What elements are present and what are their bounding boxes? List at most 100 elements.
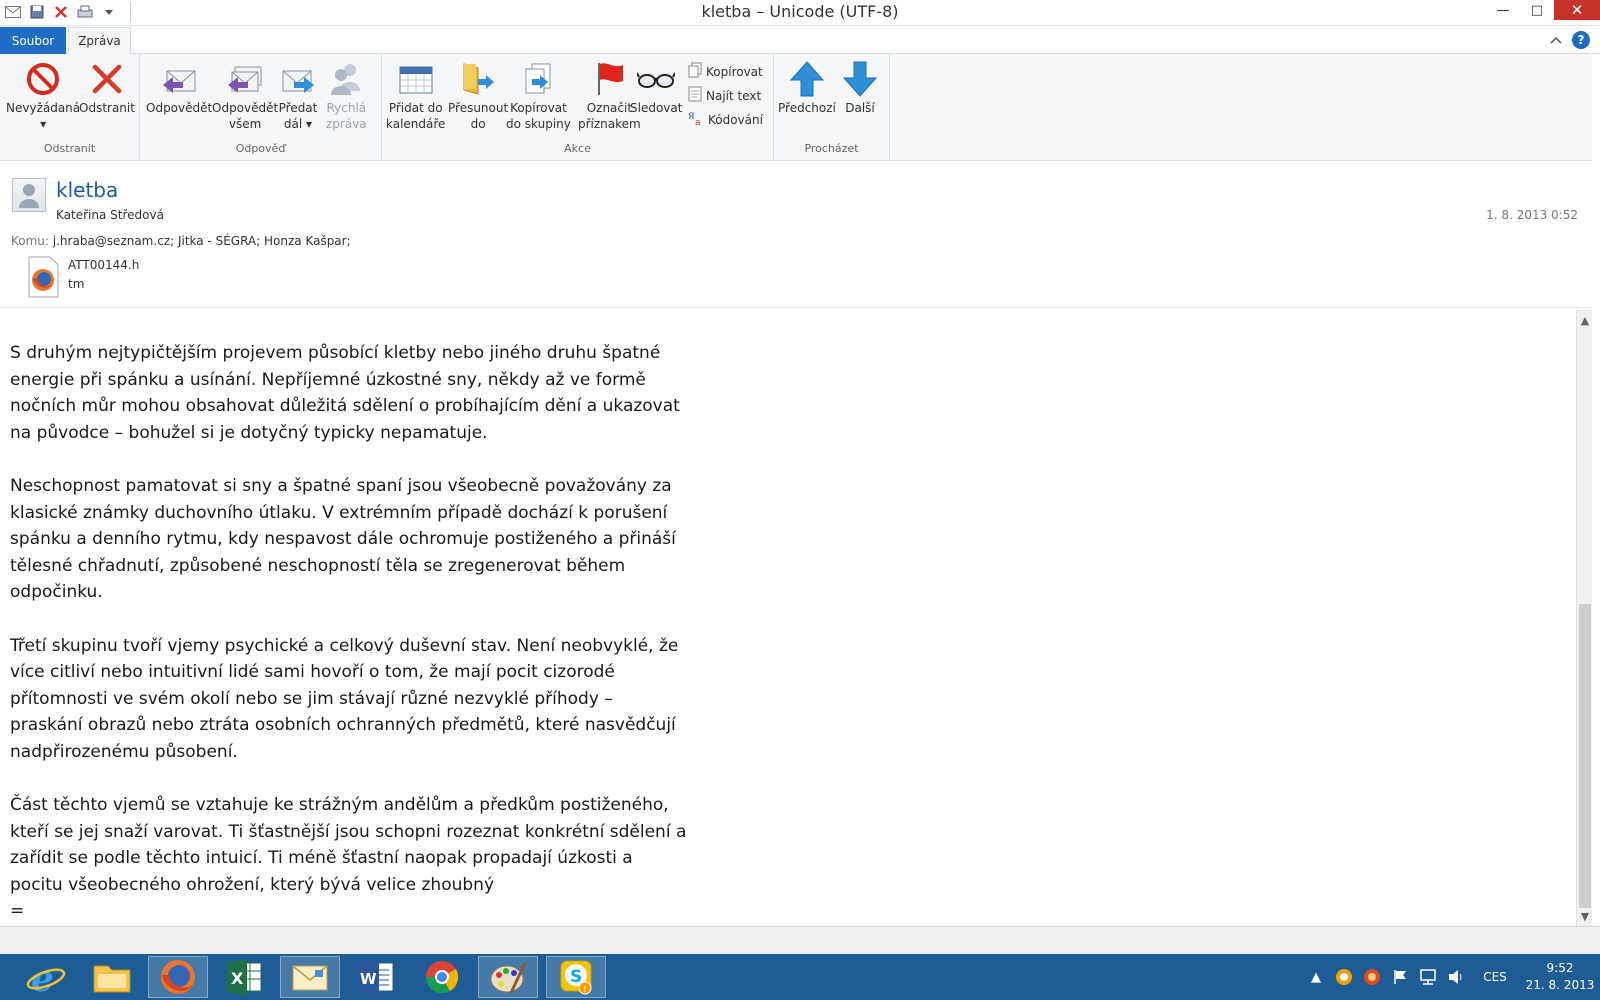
forward-icon xyxy=(278,58,318,100)
arrow-down-icon xyxy=(840,58,880,100)
taskbar-chrome[interactable] xyxy=(412,956,472,998)
internet-explorer-icon: e xyxy=(26,959,66,995)
reply-all-button[interactable]: Odpovědět všem xyxy=(212,58,278,132)
taskbar-mail[interactable] xyxy=(280,956,340,998)
taskbar-internet-explorer[interactable]: e xyxy=(16,956,76,998)
copy-documents-icon xyxy=(518,58,558,100)
taskbar: e X W S! ▲ CES 9:52 21. 8. 2013 xyxy=(0,954,1600,1000)
message-body-text: S druhým nejtypičtějším projevem působíc… xyxy=(10,340,690,925)
paint-palette-icon xyxy=(490,962,527,994)
message-subject: kletba xyxy=(56,178,119,202)
window-controls: — □ ✕ xyxy=(1486,0,1600,20)
message-sender[interactable]: Kateřina Středová xyxy=(56,208,164,222)
scroll-thumb[interactable] xyxy=(1579,604,1591,908)
svg-text:X: X xyxy=(231,969,244,988)
scroll-down-icon[interactable]: ▼ xyxy=(1577,908,1593,924)
attachment[interactable]: ATT00144.h tm xyxy=(26,256,139,298)
encoding-icon: Яa xyxy=(688,110,704,129)
add-to-calendar-button[interactable]: Přidat do kalendáře xyxy=(386,58,445,132)
volume-icon[interactable] xyxy=(1442,969,1470,985)
taskbar-skype[interactable]: S! xyxy=(546,956,606,998)
dropdown-arrow-icon: ▾ xyxy=(306,117,313,131)
show-hidden-icons[interactable]: ▲ xyxy=(1302,970,1330,985)
previous-button[interactable]: Předchozí xyxy=(778,58,836,116)
help-icon[interactable]: ? xyxy=(1572,31,1590,49)
copy-icon xyxy=(688,62,702,81)
close-button[interactable]: ✕ xyxy=(1554,0,1600,20)
network-icon[interactable] xyxy=(1414,969,1442,985)
svg-text:W: W xyxy=(360,970,377,988)
svg-text:!: ! xyxy=(583,985,587,995)
message-body[interactable]: S druhým nejtypičtějším projevem působíc… xyxy=(0,310,1576,926)
firefox-icon xyxy=(161,960,195,994)
taskbar-file-explorer[interactable] xyxy=(82,956,142,998)
clock-time: 9:52 xyxy=(1546,961,1574,975)
quick-message-button[interactable]: Rychlá zpráva xyxy=(326,58,367,132)
taskbar-firefox[interactable] xyxy=(148,956,208,998)
collapse-ribbon-icon[interactable] xyxy=(1550,32,1562,48)
delete-button[interactable]: Odstranit xyxy=(79,58,135,116)
security-tray-icon[interactable] xyxy=(1358,968,1386,986)
attachment-name-line1: ATT00144.h xyxy=(68,258,140,272)
ribbon: Nevyžádaná ▾ Odstranit Odstranit Odpověd… xyxy=(0,54,1592,161)
contact-silhouette-icon xyxy=(19,184,39,208)
clock[interactable]: 9:52 21. 8. 2013 xyxy=(1520,960,1600,994)
firefox-file-icon xyxy=(28,256,59,298)
avatar xyxy=(12,178,46,212)
calendar-icon xyxy=(396,58,436,100)
action-center-flag-icon[interactable] xyxy=(1386,969,1414,985)
junk-button[interactable]: Nevyžádaná ▾ xyxy=(6,58,80,132)
group-label-browse: Procházet xyxy=(804,142,859,155)
body-paragraph-5: = xyxy=(10,901,25,922)
taskbar-word[interactable]: W xyxy=(346,956,406,998)
no-entry-icon xyxy=(23,58,63,100)
status-bar xyxy=(0,926,1600,954)
to-label: Komu: xyxy=(11,234,49,248)
scroll-up-icon[interactable]: ▲ xyxy=(1577,312,1593,328)
reply-all-icon xyxy=(225,58,265,100)
copy-button[interactable]: Kopírovat xyxy=(688,62,763,81)
group-browse: Předchozí Další Procházet xyxy=(774,54,890,161)
title-bar: kletba – Unicode (UTF-8) — □ ✕ xyxy=(0,0,1600,26)
window-title: kletba – Unicode (UTF-8) xyxy=(701,2,899,21)
system-tray: ▲ CES 9:52 21. 8. 2013 xyxy=(1302,954,1600,1000)
find-text-button[interactable]: Najít text xyxy=(688,86,761,105)
taskbar-paint[interactable] xyxy=(478,956,538,998)
group-label-remove: Odstranit xyxy=(43,142,96,155)
group-label-respond: Odpověď xyxy=(235,142,286,155)
folder-move-icon xyxy=(458,58,498,100)
copy-to-group-button[interactable]: Kopírovat do skupiny xyxy=(506,58,571,132)
recipients-line: Komu: j.hraba@seznam.cz; Jitka - SÉGRA; … xyxy=(11,234,351,248)
body-paragraph-2: Neschopnost pamatovat si sny a špatné sp… xyxy=(10,475,676,603)
find-text-icon xyxy=(688,86,702,105)
body-paragraph-4: Část těchto vjemů se vztahuje ke strážný… xyxy=(10,795,687,895)
maximize-button[interactable]: □ xyxy=(1520,0,1554,20)
message-header: kletba Kateřina Středová 1. 8. 2013 0:52… xyxy=(0,162,1592,308)
reply-button[interactable]: Odpovědět xyxy=(146,58,212,116)
vertical-scrollbar[interactable]: ▲ ▼ xyxy=(1576,310,1592,926)
tab-message[interactable]: Zpráva xyxy=(68,27,131,55)
encoding-button[interactable]: Яa Kódování xyxy=(688,110,763,129)
taskbar-excel[interactable]: X xyxy=(214,956,274,998)
svg-text:a: a xyxy=(695,118,701,126)
glasses-icon xyxy=(636,58,676,100)
folder-icon xyxy=(93,965,131,993)
reply-icon xyxy=(159,58,199,100)
group-remove: Nevyžádaná ▾ Odstranit Odstranit xyxy=(0,54,140,161)
forward-button[interactable]: Předat dál ▾ xyxy=(278,58,318,132)
input-language[interactable]: CES xyxy=(1470,970,1520,984)
arrow-up-icon xyxy=(787,58,827,100)
excel-icon: X xyxy=(227,959,262,995)
antivirus-tray-icon[interactable] xyxy=(1330,968,1358,986)
body-paragraph-3: Třetí skupinu tvoří vjemy psychické a ce… xyxy=(10,635,679,762)
minimize-button[interactable]: — xyxy=(1486,0,1520,20)
move-to-button[interactable]: Přesunout do xyxy=(448,58,508,132)
attachment-name-line2: tm xyxy=(68,277,85,291)
watch-button[interactable]: Sledovat xyxy=(630,58,682,116)
recipients-list[interactable]: j.hraba@seznam.cz; Jitka - SÉGRA; Honza … xyxy=(53,234,351,248)
next-button[interactable]: Další xyxy=(840,58,880,116)
group-respond: Odpovědět Odpovědět všem Předat dál ▾ Ry… xyxy=(140,54,382,161)
ribbon-tabs: Soubor Zpráva ? xyxy=(0,27,1600,55)
tab-file[interactable]: Soubor xyxy=(0,27,66,54)
flag-icon xyxy=(589,58,629,100)
